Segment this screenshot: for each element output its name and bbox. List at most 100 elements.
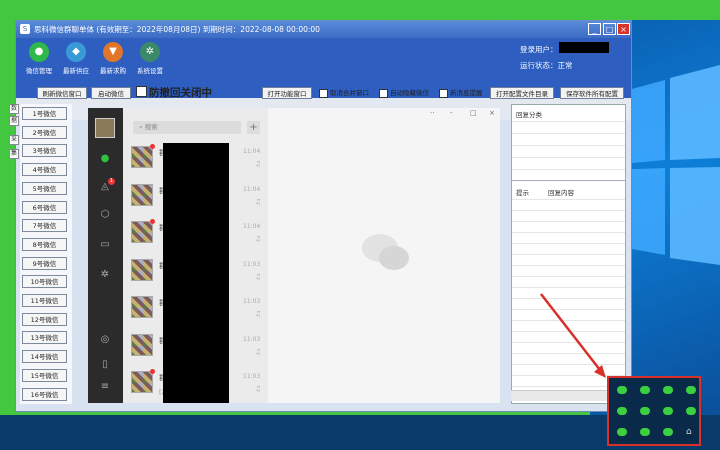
group-avatar	[131, 258, 153, 281]
wechat-account-button[interactable]: 9号微信	[22, 256, 67, 270]
unread-dot-icon	[150, 219, 155, 224]
wechat-account-button[interactable]: 7号微信	[22, 219, 67, 233]
wechat-tray-icon[interactable]	[640, 407, 650, 415]
tool-label: 最新求购	[100, 67, 126, 75]
chat-icon[interactable]: ●	[97, 152, 113, 166]
search-input[interactable]: ⌕ 搜索	[133, 121, 241, 134]
redacted-username	[559, 42, 609, 53]
wechat-account-button[interactable]: 4号微信	[22, 163, 67, 177]
grid-row-line	[512, 243, 625, 244]
app-icon: S	[20, 24, 30, 34]
prevent-recall-checkbox[interactable]: 防撤回关闭中	[136, 86, 212, 100]
wechat-account-button[interactable]: 5号微信	[22, 181, 67, 195]
chat-minimize-button[interactable]: -	[450, 109, 453, 117]
pin-button[interactable]: ··	[430, 109, 434, 117]
cube-icon[interactable]: ⬡	[97, 208, 113, 222]
wechat-icon: ●	[29, 42, 49, 62]
wechat-account-button[interactable]: 12号微信	[22, 312, 67, 326]
wechat-tray-icon[interactable]	[686, 407, 696, 415]
latest-supply-tool[interactable]: ◆ 最新供应	[58, 42, 94, 75]
latest-purchase-tool[interactable]: ▼ 最新求购	[95, 42, 131, 75]
reply-panel: 回复分类 提示 回复内容	[511, 104, 626, 404]
grid-row-line	[512, 287, 625, 288]
wechat-account-button[interactable]: 8号微信	[22, 237, 67, 251]
open-function-window-button[interactable]: 打开功能窗口	[262, 87, 312, 99]
grid-row-line	[512, 232, 625, 233]
wechat-tray-icon[interactable]	[686, 386, 696, 394]
usb-icon[interactable]: ⌂	[686, 428, 696, 437]
divider	[512, 180, 625, 181]
tool-label: 系统设置	[137, 67, 163, 75]
chat-maximize-button[interactable]: □	[470, 109, 477, 117]
wechat-account-button[interactable]: 1号微信	[22, 107, 67, 120]
tab-cai[interactable]: 采	[9, 135, 19, 145]
grid-row-line	[512, 210, 625, 211]
wechat-tray-icon[interactable]	[663, 407, 673, 415]
wechat-account-button[interactable]: 15号微信	[22, 368, 67, 382]
wechat-tray-icon[interactable]	[640, 386, 650, 394]
wechat-tray-icon[interactable]	[617, 407, 627, 415]
system-settings-tool[interactable]: ✲ 系统设置	[132, 42, 168, 75]
run-status-label: 运行状态：正常	[520, 61, 573, 70]
chat-time: 11:03	[243, 298, 261, 305]
grid-row-line	[512, 199, 625, 200]
tool-label: 微信管理	[26, 67, 52, 75]
group-avatar	[131, 371, 153, 393]
chat-time: 11:03	[243, 260, 261, 268]
chat-close-button[interactable]: ×	[489, 109, 495, 117]
maximize-button[interactable]: □	[603, 23, 616, 35]
wechat-account-button[interactable]: 6号微信	[22, 200, 67, 214]
wechat-tray-icon[interactable]	[663, 386, 673, 394]
tab-ji[interactable]: 集	[9, 149, 19, 159]
login-user-label: 登录用户：	[520, 45, 558, 54]
save-all-config-button[interactable]: 保存软件所有配置	[560, 87, 624, 99]
mute-bell-icon: ♫	[255, 347, 262, 356]
wechat-account-button[interactable]: 13号微信	[22, 331, 67, 345]
new-message-remind-checkbox[interactable]: 新消息提醒	[439, 88, 483, 98]
folder-icon[interactable]: ▭	[97, 238, 113, 252]
wechat-tray-icon[interactable]	[663, 428, 673, 436]
mute-bell-icon: ♫	[255, 310, 262, 318]
wechat-account-button[interactable]: 10号微信	[22, 275, 67, 289]
gear-icon: ✲	[140, 42, 160, 62]
grid-row-line	[512, 254, 625, 255]
cart-icon: ▼	[103, 42, 123, 62]
refresh-wechat-window-button[interactable]: 刷新微信窗口	[37, 87, 87, 99]
close-button[interactable]: ×	[617, 23, 630, 35]
add-button[interactable]: +	[247, 121, 260, 134]
group-avatar	[131, 333, 153, 356]
chat-time: 11:04	[243, 223, 261, 230]
grid-row-line	[512, 331, 625, 332]
tab-ju[interactable]: 据	[9, 116, 19, 126]
unread-dot-icon	[150, 144, 155, 149]
group-avatar	[131, 296, 153, 318]
wechat-account-button[interactable]: 11号微信	[22, 294, 67, 307]
mute-bell-icon: ♫	[255, 160, 262, 168]
divider	[512, 121, 625, 122]
window-title: 思科微信群聊单体 (有效期至：2022年08月08日) 到期时间：2022-08…	[34, 25, 320, 34]
grid-row-line	[512, 133, 625, 134]
grid-row-line	[512, 309, 625, 310]
moments-icon[interactable]: ◎	[97, 333, 113, 347]
open-config-folder-button[interactable]: 打开配置文件目录	[490, 87, 554, 99]
chat-time: 11:04	[243, 185, 261, 193]
wechat-tray-icon[interactable]	[640, 428, 650, 436]
menu-icon[interactable]: ≡	[97, 380, 113, 394]
wechat-manage-tool[interactable]: ● 微信管理	[21, 42, 57, 75]
minimize-button[interactable]: _	[588, 23, 601, 35]
auto-hide-wechat-checkbox[interactable]: 自动隐藏微信	[379, 88, 429, 98]
wechat-account-button[interactable]: 3号微信	[22, 144, 67, 158]
cancel-merge-window-checkbox[interactable]: 取消合并窗口	[319, 88, 369, 98]
tab-data[interactable]: 数	[9, 104, 19, 114]
settings-icon[interactable]: ✲	[97, 268, 113, 282]
wechat-tray-icon[interactable]	[617, 386, 627, 394]
supply-icon: ◆	[66, 42, 86, 62]
wechat-tray-icon[interactable]	[617, 428, 627, 436]
avatar[interactable]	[95, 118, 115, 138]
title-bar: S 思科微信群聊单体 (有效期至：2022年08月08日) 到期时间：2022-…	[16, 21, 631, 38]
wechat-account-button[interactable]: 14号微信	[22, 350, 67, 364]
wechat-account-button[interactable]: 16号微信	[22, 387, 67, 401]
start-wechat-button[interactable]: 启动微信	[91, 87, 131, 99]
phone-icon[interactable]: ▯	[97, 358, 113, 372]
wechat-account-button[interactable]: 2号微信	[22, 125, 67, 139]
